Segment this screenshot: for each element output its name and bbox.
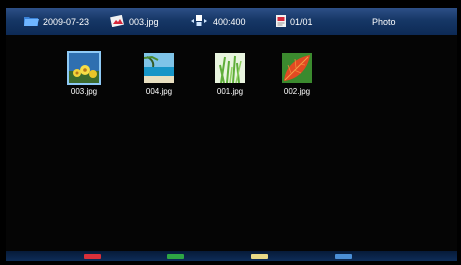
thumbnail-item[interactable]: 003.jpg: [56, 51, 112, 96]
folder-icon: [24, 15, 39, 28]
header-mode: Photo: [372, 16, 396, 27]
thumbnail-item[interactable]: 004.jpg: [131, 51, 187, 96]
thumbnail-item[interactable]: 002.jpg: [269, 51, 325, 96]
file-item: 003.jpg: [110, 8, 159, 35]
color-key-bar: [6, 251, 457, 261]
resolution-icon: [189, 14, 209, 30]
header-date: 2009-07-23: [43, 16, 90, 27]
resolution-item: 400:400: [189, 8, 246, 35]
info-bar: 2009-07-23 003.jpg 400:400 01/01 Photo: [6, 8, 457, 35]
grass-icon: [213, 51, 247, 85]
yellow-key-button[interactable]: [251, 254, 268, 259]
image-file-icon: [110, 14, 125, 29]
header-file-name: 003.jpg: [129, 16, 159, 27]
page-icon: [276, 14, 286, 29]
beach-icon: [142, 51, 176, 85]
date-item: 2009-07-23: [24, 8, 89, 35]
header-resolution: 400:400: [213, 16, 246, 27]
thumbnail-label: 001.jpg: [216, 87, 244, 96]
leaf-icon: [280, 51, 314, 85]
thumbnail-item[interactable]: 001.jpg: [202, 51, 258, 96]
header-page-count: 01/01: [290, 16, 313, 27]
green-key-button[interactable]: [167, 254, 184, 259]
thumbnail-label: 002.jpg: [283, 87, 311, 96]
blue-key-button[interactable]: [335, 254, 352, 259]
thumbnail-label: 004.jpg: [145, 87, 173, 96]
thumbnail-label: 003.jpg: [70, 87, 98, 96]
tv-screen: 2009-07-23 003.jpg 400:400 01/01 Photo 0…: [0, 0, 461, 265]
red-key-button[interactable]: [84, 254, 101, 259]
photo-browser-background: [6, 8, 457, 258]
page-item: 01/01: [276, 8, 313, 35]
mode-item: Photo: [372, 8, 396, 35]
flowers-icon: [67, 51, 101, 85]
